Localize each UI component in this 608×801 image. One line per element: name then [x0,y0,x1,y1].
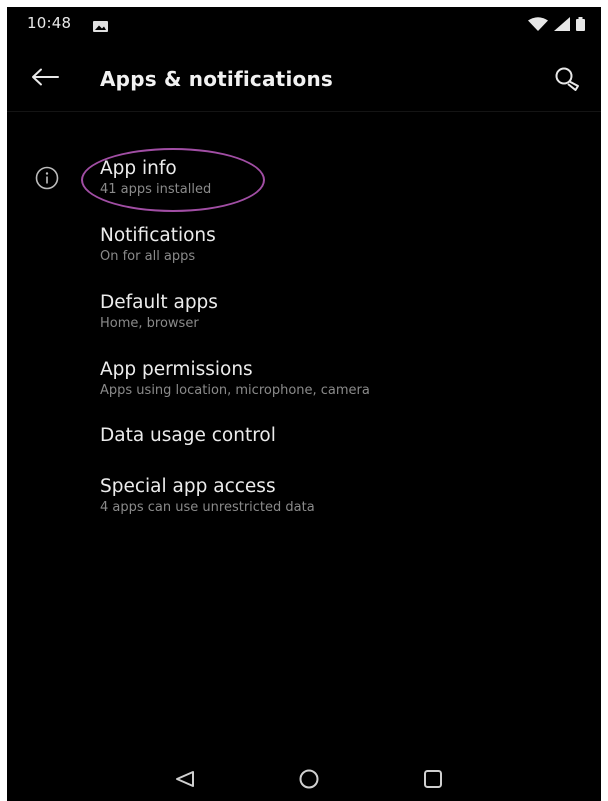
list-item-data-usage-control[interactable]: Data usage control [7,415,601,471]
list-item-subtitle: Home, browser [100,316,199,331]
back-triangle-icon [175,770,195,792]
status-time: 10:48 [27,14,72,32]
list-item-title: Notifications [100,225,216,246]
list-item-default-apps[interactable]: Default apps Home, browser [7,281,601,347]
list-item-subtitle: Apps using location, microphone, camera [100,383,370,398]
navigation-bar [7,761,601,801]
search-button[interactable] [549,61,589,101]
list-item-subtitle: 4 apps can use unrestricted data [100,500,315,515]
battery-icon [576,16,585,35]
page-title: Apps & notifications [100,67,333,91]
list-item-notifications[interactable]: Notifications On for all apps [7,214,601,280]
list-item-subtitle: On for all apps [100,249,196,264]
wifi-icon [528,16,548,35]
cellular-signal-icon [554,16,570,35]
list-item-title: Data usage control [100,425,276,446]
status-icons [528,16,585,35]
list-item-title: Default apps [100,292,218,313]
status-bar: 10:48 [7,7,601,37]
list-item-title: Special app access [100,476,276,497]
nav-back-button[interactable] [165,765,205,797]
app-bar: Apps & notifications [7,37,601,112]
recents-square-icon [423,769,443,793]
screen: 10:48 Apps & notifications App info 41 a… [7,7,601,801]
back-button[interactable] [25,59,65,99]
gallery-notification-icon [93,17,108,36]
arrow-left-icon [31,68,59,90]
home-circle-icon [298,768,320,794]
list-item-special-app-access[interactable]: Special app access 4 apps can use unrest… [7,465,601,531]
highlight-ellipse [81,148,265,212]
search-icon [554,66,584,96]
nav-home-button[interactable] [289,765,329,797]
list-item-title: App permissions [100,359,253,380]
nav-recents-button[interactable] [413,765,453,797]
list-item-app-permissions[interactable]: App permissions Apps using location, mic… [7,348,601,414]
